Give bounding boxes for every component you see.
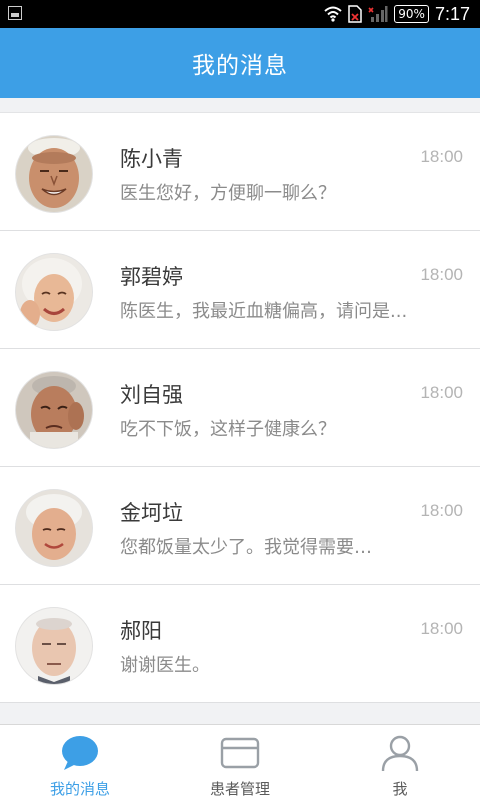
page-title: 我的消息 [192,53,288,79]
message-preview: 医生您好，方便聊一聊么？ [120,183,336,204]
tab-label: 我的消息 [49,780,110,798]
signal-icon [368,6,388,22]
message-time: 18:00 [420,619,463,638]
no-sim-icon [348,5,363,23]
message-row-liu-ziqiang[interactable]: 刘自强 18:00 吃不下饭，这样子健康么？ [0,349,480,467]
message-row-guo-biting[interactable]: 郭碧婷 18:00 陈医生，我最近血糖偏高，请问是... [0,231,480,349]
avatar[interactable] [16,254,92,330]
message-time: 18:00 [420,147,463,166]
contact-name: 刘自强 [120,383,183,407]
tab-me[interactable]: 我 [320,725,480,800]
contact-name: 金坷垃 [120,501,183,525]
clock: 7:17 [434,3,470,24]
bottom-tab-bar: 我的消息 患者管理 我 [0,724,480,800]
contact-name: 郝阳 [120,619,162,643]
tab-label: 患者管理 [209,780,270,798]
message-preview: 陈医生，我最近血糖偏高，请问是... [120,301,408,322]
app-header: 我的消息 [0,28,480,98]
avatar[interactable] [16,136,92,212]
message-row-hao-yang[interactable]: 郝阳 18:00 谢谢医生。 [0,585,480,703]
elderly-man-photo-icon [16,608,92,684]
message-preview: 谢谢医生。 [120,655,210,676]
message-time: 18:00 [420,383,463,402]
contact-name: 陈小青 [120,147,183,171]
status-bar: 90% 7:17 [0,0,480,28]
avatar[interactable] [16,608,92,684]
message-time: 18:00 [420,501,463,520]
tab-my-messages[interactable]: 我的消息 [0,725,160,800]
elderly-man-photo-icon [16,372,92,448]
avatar[interactable] [16,490,92,566]
elderly-woman-photo-icon [16,254,92,330]
message-row-jin-kela[interactable]: 金坷垃 18:00 您都饭量太少了。我觉得需要… [0,467,480,585]
tab-patient-management[interactable]: 患者管理 [160,725,320,800]
contact-name: 郭碧婷 [120,265,183,289]
card-icon [220,737,260,769]
message-preview: 您都饭量太少了。我觉得需要… [120,537,372,558]
battery-indicator: 90% [394,5,429,23]
status-icons: 90% 7:17 [324,0,470,28]
person-icon [381,735,419,772]
avatar[interactable] [16,372,92,448]
message-list: 陈小青 18:00 医生您好，方便聊一聊么？ 郭碧婷 18:00 陈医生，我最近… [0,112,480,703]
elderly-woman-photo-icon [16,490,92,566]
chat-bubble-icon [62,736,98,770]
message-time: 18:00 [420,265,463,284]
gallery-notification-icon [8,6,22,20]
message-preview: 吃不下饭，这样子健康么？ [120,419,336,440]
elderly-man-photo-icon [16,136,92,212]
wifi-icon [324,6,342,22]
tab-label: 我 [392,780,408,798]
message-row-chen-xiaoqing[interactable]: 陈小青 18:00 医生您好，方便聊一聊么？ [0,113,480,231]
